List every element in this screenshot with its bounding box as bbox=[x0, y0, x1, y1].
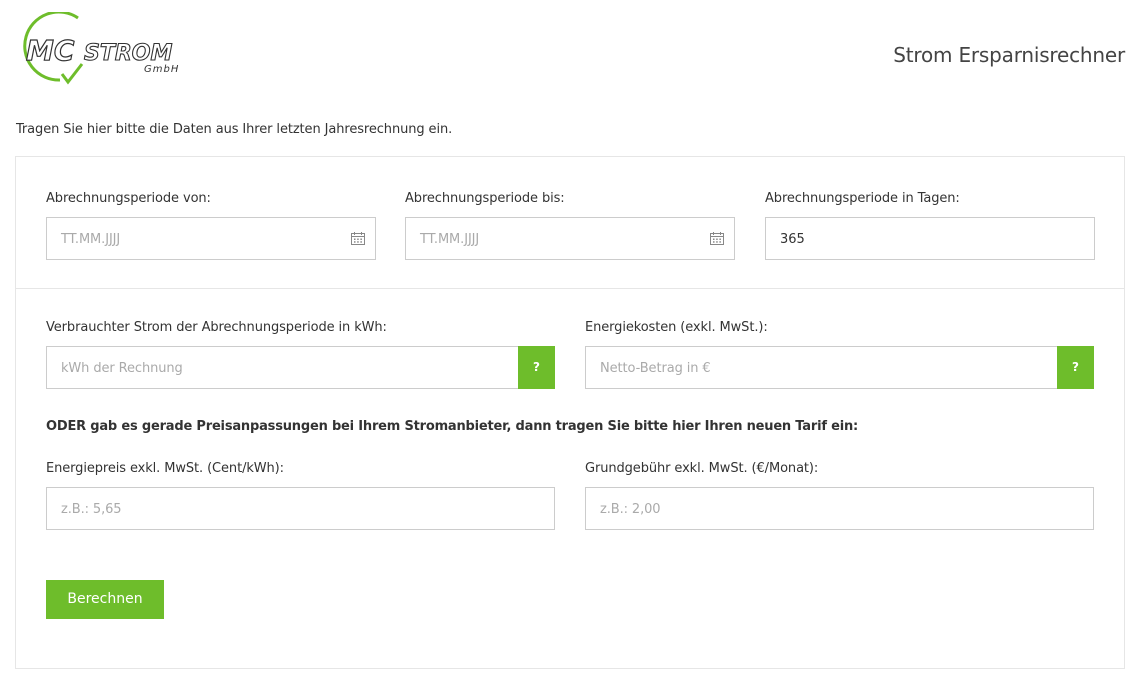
period-to-placeholder: TT.MM.JJJJ bbox=[420, 232, 480, 247]
calculator-form: Abrechnungsperiode von: TT.MM.JJJJ Abrec… bbox=[15, 156, 1125, 669]
calendar-icon[interactable] bbox=[351, 232, 365, 245]
period-from-input[interactable]: TT.MM.JJJJ bbox=[46, 217, 376, 260]
energy-price-input[interactable]: z.B.: 5,65 bbox=[46, 487, 555, 530]
page-title: Strom Ersparnisrechner bbox=[893, 43, 1125, 67]
company-logo[interactable]: MC STROM GmbH bbox=[16, 10, 198, 88]
kwh-help-button[interactable]: ? bbox=[518, 346, 555, 389]
base-fee-placeholder: z.B.: 2,00 bbox=[600, 502, 661, 517]
period-to-input[interactable]: TT.MM.JJJJ bbox=[405, 217, 735, 260]
calculate-button[interactable]: Berechnen bbox=[46, 580, 164, 619]
period-days-input[interactable]: 365 bbox=[765, 217, 1095, 260]
section-divider bbox=[16, 288, 1124, 289]
period-from-label: Abrechnungsperiode von: bbox=[46, 191, 211, 206]
period-from-placeholder: TT.MM.JJJJ bbox=[61, 232, 121, 247]
calendar-icon[interactable] bbox=[710, 232, 724, 245]
period-days-label: Abrechnungsperiode in Tagen: bbox=[765, 191, 960, 206]
tariff-notice: ODER gab es gerade Preisanpassungen bei … bbox=[46, 419, 859, 434]
svg-text:STROM: STROM bbox=[84, 41, 172, 66]
header: MC STROM GmbH Strom Ersparnisrechner bbox=[0, 0, 1140, 100]
kwh-label: Verbrauchter Strom der Abrechnungsperiod… bbox=[46, 320, 387, 335]
cost-label: Energiekosten (exkl. MwSt.): bbox=[585, 320, 768, 335]
svg-text:MC: MC bbox=[26, 34, 75, 67]
base-fee-input[interactable]: z.B.: 2,00 bbox=[585, 487, 1094, 530]
energy-price-label: Energiepreis exkl. MwSt. (Cent/kWh): bbox=[46, 461, 284, 476]
cost-placeholder: Netto-Betrag in € bbox=[600, 361, 711, 376]
energy-price-placeholder: z.B.: 5,65 bbox=[61, 502, 122, 517]
logo-graphic: MC STROM GmbH bbox=[23, 10, 179, 85]
cost-input[interactable]: Netto-Betrag in € ? bbox=[585, 346, 1094, 389]
intro-text: Tragen Sie hier bitte die Daten aus Ihre… bbox=[16, 122, 453, 137]
period-days-value: 365 bbox=[780, 232, 805, 247]
base-fee-label: Grundgebühr exkl. MwSt. (€/Monat): bbox=[585, 461, 819, 476]
kwh-placeholder: kWh der Rechnung bbox=[61, 361, 183, 376]
period-to-label: Abrechnungsperiode bis: bbox=[405, 191, 565, 206]
svg-text:GmbH: GmbH bbox=[144, 64, 179, 75]
cost-help-button[interactable]: ? bbox=[1057, 346, 1094, 389]
kwh-input[interactable]: kWh der Rechnung ? bbox=[46, 346, 555, 389]
